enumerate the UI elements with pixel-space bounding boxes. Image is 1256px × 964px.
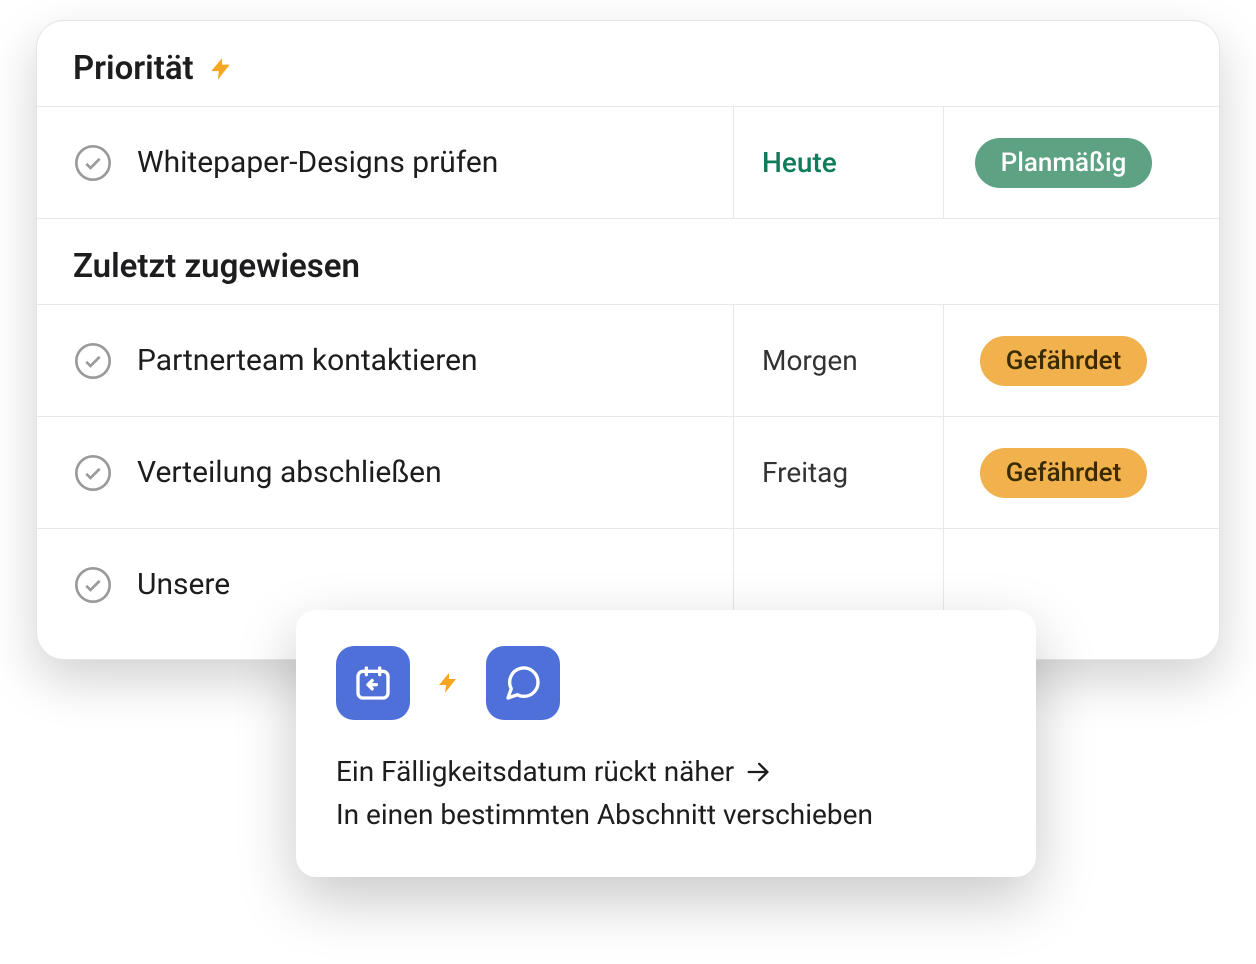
status-badge: Gefährdet [980, 336, 1147, 386]
section-title: Zuletzt zugewiesen [73, 247, 360, 286]
bolt-icon [208, 54, 234, 84]
chat-bubble-icon[interactable] [486, 646, 560, 720]
check-circle-icon[interactable] [73, 341, 113, 381]
task-title: Whitepaper-Designs prüfen [137, 145, 733, 180]
task-row[interactable]: Whitepaper-Designs prüfen Heute Planmäßi… [37, 106, 1219, 218]
status-badge: Gefährdet [980, 448, 1147, 498]
section-header-priority[interactable]: Priorität [37, 21, 1219, 106]
arrow-right-icon [744, 758, 772, 786]
task-date[interactable]: Heute [733, 107, 943, 218]
task-date[interactable]: Morgen [733, 305, 943, 416]
bolt-icon [436, 669, 460, 697]
task-list-card: Priorität Whitepaper-Designs prüfen Heut… [36, 20, 1220, 660]
task-row[interactable]: Verteilung abschließen Freitag Gefährdet [37, 416, 1219, 528]
task-title: Partnerteam kontaktieren [137, 343, 733, 378]
task-status-cell[interactable]: Gefährdet [943, 305, 1183, 416]
popover-line-2-text: In einen bestimmten Abschnitt verschiebe… [336, 793, 873, 836]
section-title: Priorität [73, 49, 194, 88]
calendar-back-icon[interactable] [336, 646, 410, 720]
section-header-recent[interactable]: Zuletzt zugewiesen [37, 218, 1219, 304]
check-circle-icon[interactable] [73, 143, 113, 183]
popover-icon-row [336, 646, 996, 720]
check-circle-icon[interactable] [73, 565, 113, 605]
task-title: Verteilung abschließen [137, 455, 733, 490]
check-circle-icon[interactable] [73, 453, 113, 493]
popover-line-1-text: Ein Fälligkeitsdatum rückt näher [336, 750, 734, 793]
status-badge: Planmäßig [975, 138, 1153, 188]
task-status-cell[interactable]: Gefährdet [943, 417, 1183, 528]
task-row[interactable]: Partnerteam kontaktieren Morgen Gefährde… [37, 304, 1219, 416]
task-status-cell[interactable]: Planmäßig [943, 107, 1183, 218]
popover-line-1[interactable]: Ein Fälligkeitsdatum rückt näher [336, 750, 996, 793]
task-title: Unsere [137, 567, 733, 602]
task-date[interactable]: Freitag [733, 417, 943, 528]
automation-popover: Ein Fälligkeitsdatum rückt näher In eine… [296, 610, 1036, 877]
popover-line-2[interactable]: In einen bestimmten Abschnitt verschiebe… [336, 793, 996, 836]
